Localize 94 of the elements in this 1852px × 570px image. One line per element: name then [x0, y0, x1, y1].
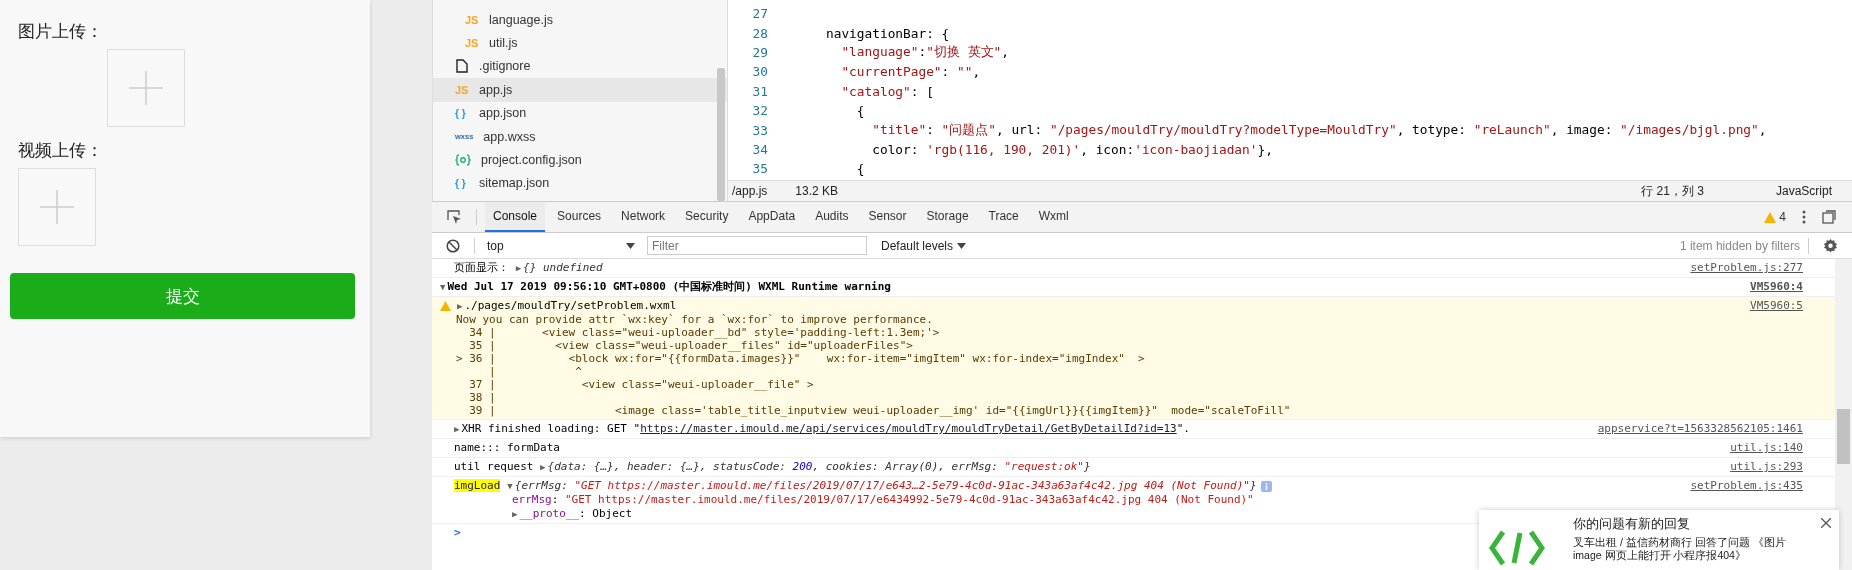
source-link[interactable]: util.js:293 [1730, 460, 1803, 474]
caret-icon [626, 242, 635, 249]
console-message: name::: formData [454, 441, 560, 455]
code-excerpt-line: 39 | <image class='table_title_inputview weui-uploader__img' id="{{imgUrl}}{{imgItem}}" mode="scaleToFill" [468, 404, 1291, 417]
console-message: Now you can provide attr `wx:key` for a `wx:for` to improve performance. [455, 313, 934, 326]
devtools-tab[interactable]: Wxml [1030, 202, 1077, 232]
file-tree-item[interactable]: JS util.js [433, 31, 727, 55]
line-number: 33 [751, 122, 768, 138]
file-tree-item[interactable]: project.config.json [433, 148, 727, 172]
code-line: navigationBar: { [826, 25, 950, 41]
line-number: 35 [751, 161, 768, 177]
line-number: 30 [751, 64, 768, 80]
line-number: 28 [751, 25, 768, 41]
close-icon[interactable] [1821, 518, 1831, 528]
context-dropdown[interactable]: top [483, 238, 643, 253]
source-link[interactable]: appservice?t=1563328562105:1461 [1597, 422, 1803, 436]
console-message: 页面显示： ▶ {} undefined [454, 261, 603, 275]
inspect-icon[interactable] [446, 209, 462, 225]
line-number: 27 [751, 6, 768, 22]
levels-dropdown[interactable]: Default levels [881, 238, 967, 253]
console-prompt[interactable]: > [454, 526, 461, 540]
file-path: /app.js [732, 184, 768, 198]
warning-count[interactable]: 4 [1764, 210, 1786, 224]
console-message: ▶ XHR finished loading: GET "https://master.imould.me/api/services/mouldTry/mouldTryDetail/GetByDetailId?id=13". [454, 422, 1190, 436]
dock-icon[interactable] [1822, 210, 1836, 224]
source-link[interactable]: setProblem.js:277 [1690, 261, 1803, 275]
devtools-tab[interactable]: Audits [807, 202, 857, 232]
code-line: "catalog": [ [840, 83, 934, 99]
plus-icon [129, 71, 163, 105]
file-tree-item[interactable]: .gitignore [433, 54, 727, 79]
language-mode: JavaScript [1775, 184, 1832, 198]
config-file-icon [455, 154, 471, 167]
clear-console-icon[interactable] [446, 238, 460, 253]
code-excerpt-line: | ^ [488, 365, 583, 378]
devtools-tab[interactable]: Sensor [860, 202, 915, 232]
caret-icon [957, 242, 967, 249]
code-line: "language":"切换 英文", [840, 43, 1009, 61]
scrollbar[interactable] [717, 68, 725, 201]
source-link[interactable]: util.js:140 [1730, 441, 1803, 455]
file-tree-item[interactable]: JS language.js [433, 8, 727, 32]
object-property: errMsg: "GET https://master.imould.me/files/2019/07/17/e6434992-5e79-4c0d-91ac-343a63af4c42.jpg 404 (Not Found)" [511, 493, 1255, 507]
devtools-tab[interactable]: Network [613, 202, 674, 232]
devtools-tab[interactable]: Trace [980, 202, 1027, 232]
code-line: { [855, 161, 865, 177]
devtools-tab[interactable]: Console [485, 202, 546, 232]
object-property: ▶ __proto__: Object [511, 507, 633, 521]
code-line: "title": "问题点", url: "/pages/mouldTry/mouldTry?modelType=MouldTry", totype: "reLaunch", image: "/images/bjgl.png", [871, 121, 1767, 139]
code-excerpt-line: 35 | <view class="weui-uploader__files" id="uploaderFiles"> [468, 339, 914, 352]
devtools-tab[interactable]: Security [677, 202, 737, 232]
js-file-icon: JS [465, 13, 479, 26]
code-excerpt-line: 37 | <view class="weui-uploader__file" > [468, 378, 815, 391]
file-icon [455, 59, 469, 74]
file-tree-item[interactable]: { } sitemap.json [433, 171, 727, 196]
code-excerpt-line: > 36 | <block wx:for="{{formData.images}}" wx:for-item="imgItem" wx:for-index="imgIndex" > [455, 352, 1146, 365]
code-icon [1489, 528, 1545, 568]
notification-title: 你的问题有新的回复 [1573, 516, 1691, 533]
warning-icon [1764, 211, 1777, 223]
source-link[interactable]: VM5960:4 [1750, 280, 1803, 294]
devtools-tab[interactable]: Sources [549, 202, 610, 232]
code-excerpt-line: 38 | [468, 391, 497, 404]
js-file-icon: JS [455, 83, 469, 96]
line-number: 29 [751, 44, 768, 60]
console-message: ▼ Wed Jul 17 2019 09:56:10 GMT+0800 (中国标准时间) WXML Runtime warning [440, 280, 891, 294]
line-number: 34 [751, 141, 768, 157]
json-file-icon: { } [455, 177, 469, 189]
notification-text: 叉车出租 / 益信药材商行 回答了问题 《图片image 网页上能打开 小程序报404》 [1573, 536, 1787, 562]
console-message: ▶ ./pages/mouldTry/setProblem.wxml [457, 299, 677, 313]
line-number: 31 [751, 83, 768, 99]
scrollbar[interactable] [1835, 259, 1852, 570]
devtools-tab[interactable]: Storage [918, 202, 977, 232]
line-number: 32 [751, 103, 768, 119]
file-size: 13.2 KB [795, 184, 839, 198]
video-upload-label: 视频上传： [18, 140, 103, 162]
code-line: "currentPage": "", [840, 64, 981, 80]
json-file-icon: { } [455, 107, 469, 119]
code-line: color: 'rgb(116, 190, 201)', icon:'icon-baojiadan'}, [871, 141, 1273, 157]
image-upload-label: 图片上传： [18, 21, 103, 43]
devtools-tab[interactable]: AppData [740, 202, 804, 232]
more-icon[interactable] [1802, 210, 1806, 224]
warning-icon [440, 301, 451, 311]
plus-icon [40, 190, 74, 224]
code-line: { [855, 103, 865, 119]
hidden-items-note: 1 item hidden by filters [1679, 238, 1800, 253]
console-message: util request ▶ {data: {…}, header: {…}, statusCode: 200, cookies: Array(0), errMsg: "request:ok"} [454, 460, 1091, 474]
file-tree-item[interactable]: JS app.js [433, 78, 727, 102]
notification-popup[interactable]: 你的问题有新的回复 叉车出租 / 益信药材商行 回答了问题 《图片image 网页上能打开 小程序报404》 [1479, 510, 1839, 570]
file-tree-item[interactable]: { } app.json [433, 101, 727, 125]
console-message: imgLoad ▼ {errMsg: "GET https://master.imould.me/files/2019/07/17/e643…2-5e79-4c0d-91ac-343a63af4c42.jpg 404 (Not Found)"} [454, 479, 1257, 493]
source-link[interactable]: VM5960:5 [1750, 299, 1803, 417]
cursor-position: 行 21，列 3 [1641, 182, 1704, 200]
filter-field[interactable]: Filter [647, 236, 867, 255]
code-excerpt-line: 34 | <view class="weui-uploader__bd" style='padding-left:1.3em;'> [468, 326, 941, 339]
js-file-icon: JS [465, 37, 479, 50]
settings-icon[interactable] [1823, 238, 1838, 253]
